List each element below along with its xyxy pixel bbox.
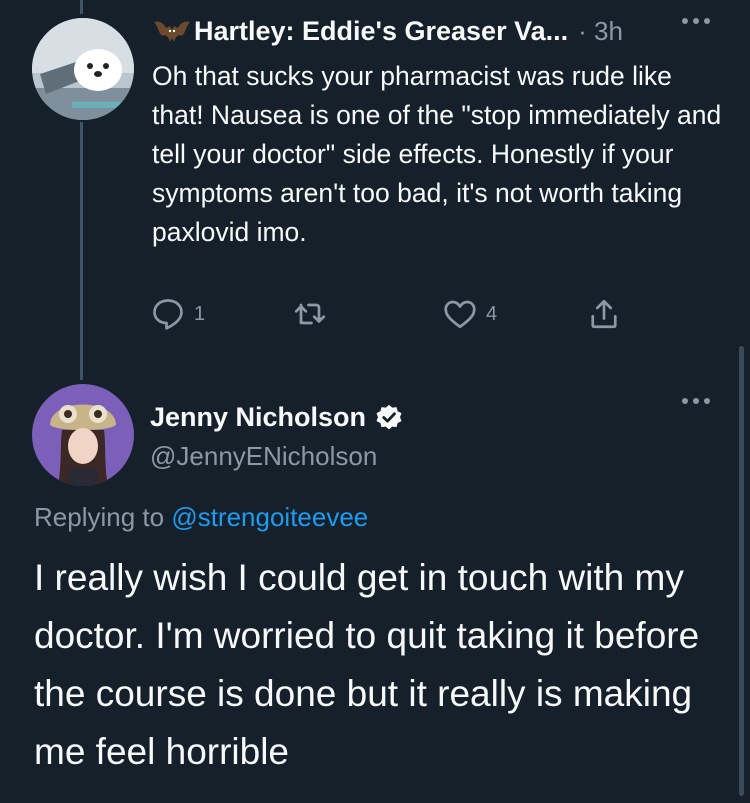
reply-header: Hartley: Eddie's Greaser Va... · 3h: [152, 14, 623, 48]
replying-to-mention-link[interactable]: @strengoiteevee: [171, 502, 368, 532]
reply-author-avatar[interactable]: [32, 18, 134, 120]
verified-badge-icon: [376, 404, 402, 429]
retweet-icon: [294, 303, 326, 325]
tweet-author[interactable]: Jenny Nicholson @JennyENicholson: [150, 402, 404, 472]
share-icon: [591, 299, 617, 329]
reply-author-name[interactable]: Hartley: Eddie's Greaser Va...: [194, 16, 568, 47]
heart-icon: [444, 300, 476, 329]
bat-emoji-icon: [154, 21, 190, 42]
like-count: 4: [486, 302, 498, 325]
comment-icon: [153, 299, 183, 330]
author-handle[interactable]: @JennyENicholson: [150, 441, 404, 472]
time-ago[interactable]: 3h: [594, 16, 623, 46]
replying-to-line: Replying to @strengoiteevee: [34, 502, 368, 533]
author-name[interactable]: Jenny Nicholson: [150, 402, 366, 433]
tweet-timestamp[interactable]: · 3h: [578, 16, 623, 47]
scrollbar[interactable]: [739, 346, 744, 796]
replying-to-label: Replying to: [34, 502, 165, 532]
reply-count: 1: [194, 302, 206, 325]
thread-line-top: [80, 0, 83, 14]
share-button[interactable]: [586, 296, 622, 332]
reply-more-options-icon[interactable]: [682, 18, 710, 24]
reply-action-bar: 1 4: [150, 296, 630, 336]
tweet-more-options-icon[interactable]: [682, 398, 710, 404]
meta-separator: ·: [578, 15, 587, 46]
reply-tweet-text: Oh that sucks your pharmacist was rude l…: [152, 61, 722, 247]
retweet-button[interactable]: [292, 296, 336, 332]
author-avatar[interactable]: [32, 384, 134, 486]
like-button[interactable]: 4: [442, 296, 497, 332]
thread-connector-line: [80, 122, 83, 380]
reply-button[interactable]: 1: [150, 296, 205, 332]
main-tweet-text: I really wish I could get in touch with …: [34, 557, 700, 772]
